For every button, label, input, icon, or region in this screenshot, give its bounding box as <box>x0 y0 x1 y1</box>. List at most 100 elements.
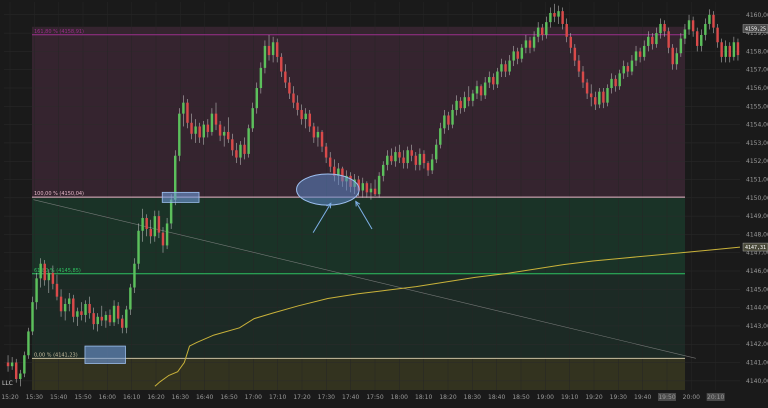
x-tick-label: 20:00 <box>683 394 700 401</box>
candle-body <box>284 71 287 83</box>
y-tick-label: 4153,00 <box>746 140 768 147</box>
y-tick-label: 4154,00 <box>746 122 768 129</box>
candle-body <box>418 153 422 165</box>
candle-body <box>638 51 642 57</box>
candle-body <box>487 77 491 83</box>
candle-body <box>422 153 426 164</box>
zone-lower <box>32 273 685 359</box>
candle-body <box>541 27 544 35</box>
candle-body <box>610 78 613 89</box>
candle-body <box>430 159 434 171</box>
x-tick-label: 15:50 <box>74 394 91 401</box>
candle-body <box>14 362 18 380</box>
x-tick-label: 18:30 <box>464 394 481 401</box>
x-tick-label: 18:20 <box>439 394 456 401</box>
candle-body <box>606 88 609 103</box>
candle-body <box>120 318 124 328</box>
candle-body <box>573 47 577 61</box>
candle-body <box>104 314 108 321</box>
y-tick-label: 4141,00 <box>746 360 768 367</box>
candle-body <box>626 66 630 72</box>
candle-body <box>39 263 42 279</box>
candle-body <box>63 303 67 312</box>
candle-body <box>88 303 91 314</box>
candle-body <box>516 51 519 59</box>
candle-body <box>663 23 666 32</box>
candle-body <box>365 183 369 193</box>
fib-label: 0,00 % (4141,23) <box>34 352 78 358</box>
x-tick-label: 16:50 <box>220 394 237 401</box>
x-tick-label: 15:20 <box>1 394 18 401</box>
candle-body <box>55 283 59 297</box>
zone-middle <box>32 197 685 274</box>
candle-body <box>47 272 51 281</box>
candle-body <box>129 287 132 310</box>
candle-body <box>271 42 275 56</box>
candle-body <box>186 102 189 123</box>
x-tick-label: 18:00 <box>391 394 408 401</box>
candle-body <box>381 164 385 176</box>
candle-body <box>402 157 405 164</box>
x-tick-label: 19:20 <box>585 394 602 401</box>
candle-body <box>565 23 568 37</box>
candle-body <box>545 22 548 35</box>
candle-body <box>720 42 723 57</box>
x-tick-label: 17:20 <box>293 394 310 401</box>
candle-body <box>459 100 462 109</box>
candle-body <box>19 373 22 380</box>
candle-body <box>532 36 536 48</box>
candle-body <box>161 232 165 246</box>
candle-body <box>622 66 626 74</box>
candle-body <box>504 64 507 72</box>
candle-body <box>206 124 210 132</box>
candle-body <box>275 42 279 57</box>
candle-body <box>508 60 511 72</box>
x-tick-label: 15:30 <box>26 394 43 401</box>
candle-body <box>561 11 564 24</box>
candle-body <box>704 23 707 35</box>
candle-body <box>386 155 389 165</box>
candle-body <box>259 67 263 89</box>
y-tick-label: 4155,00 <box>746 103 768 110</box>
x-tick-label: 19:30 <box>610 394 627 401</box>
x-tick-label: 19:40 <box>634 394 651 401</box>
candle-body <box>463 97 466 109</box>
candle-body <box>602 91 605 103</box>
candle-body <box>76 311 79 317</box>
candle-body <box>51 272 55 284</box>
candle-body <box>27 331 30 356</box>
candle-body <box>406 150 409 164</box>
candle-body <box>182 102 185 114</box>
candle-body <box>483 82 487 96</box>
candle-body <box>426 163 430 171</box>
y-tick-label: 4143,00 <box>746 323 768 330</box>
price-label-text: 4147,31 <box>745 245 766 251</box>
candle-body <box>724 45 727 57</box>
candle-body <box>316 131 320 138</box>
candle-body <box>496 71 499 85</box>
y-tick-label: 4158,00 <box>746 48 768 55</box>
candle-body <box>736 42 740 56</box>
x-axis: 15:20 15:30 15:40 15:50 16:00 16:10 16:20 16:30… <box>0 390 768 408</box>
candle-body <box>263 45 267 68</box>
candle-body <box>500 64 503 72</box>
candle-body <box>414 155 418 165</box>
candle-body <box>112 305 116 323</box>
candle-body <box>667 31 670 48</box>
candle-body <box>467 97 471 101</box>
candle-body <box>35 278 38 303</box>
candle-body <box>222 131 226 136</box>
y-tick-label: 4140,00 <box>746 378 768 385</box>
candle-body <box>390 155 393 162</box>
candle-body <box>618 73 621 87</box>
x-tick-label: 18:40 <box>488 394 505 401</box>
candle-body <box>675 53 679 65</box>
candle-body <box>84 303 87 315</box>
candle-body <box>581 71 585 83</box>
candle-body <box>524 40 528 48</box>
candle-body <box>141 217 144 231</box>
candle-body <box>6 362 10 367</box>
highlight-box <box>84 345 126 364</box>
fib-label: 161,80 % (4158,91) <box>34 29 84 35</box>
x-tick-label: 19:00 <box>537 394 554 401</box>
